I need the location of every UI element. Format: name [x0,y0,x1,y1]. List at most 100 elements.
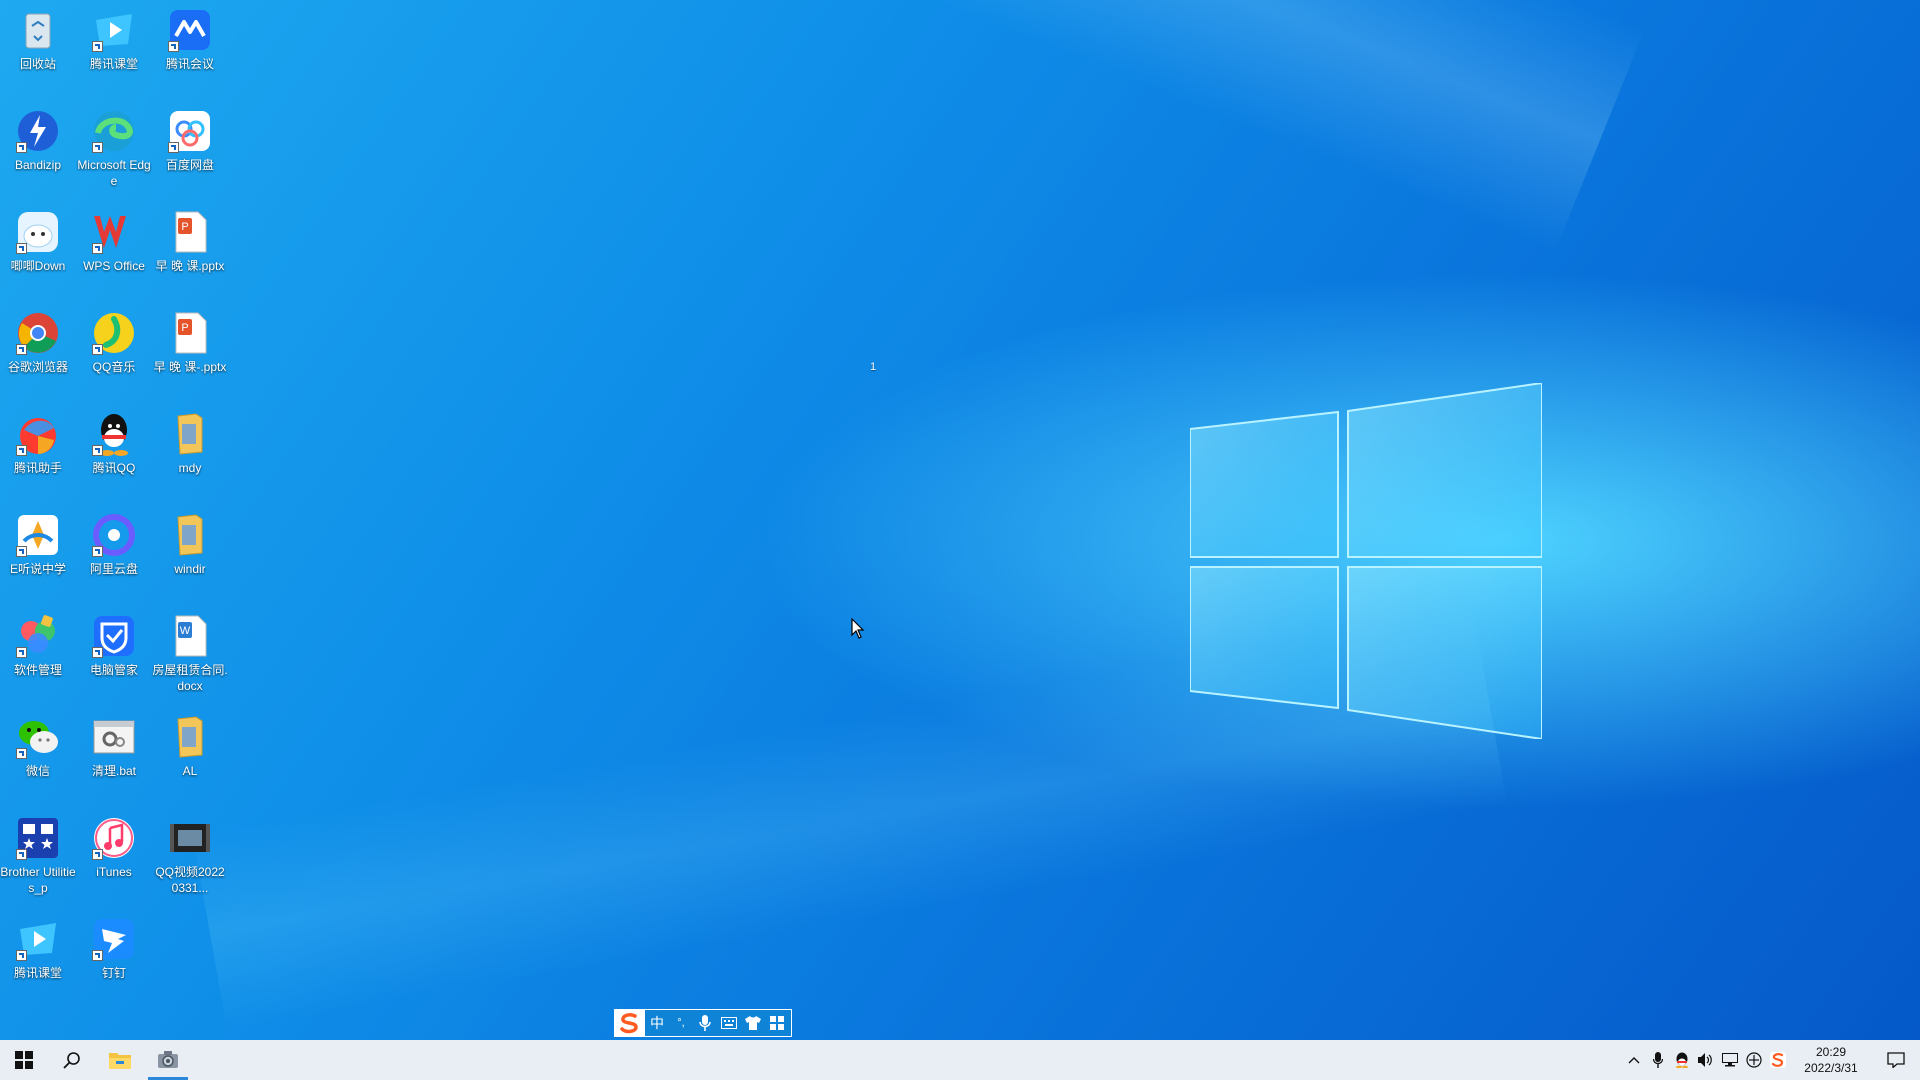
shortcut-arrow-icon [16,344,27,355]
folder-icon [166,410,214,458]
desktop-icon[interactable]: 软件管理 [0,612,76,678]
shortcut-arrow-icon [168,142,179,153]
desktop-icon[interactable]: 钉钉 [76,915,152,981]
ime-mode-toggle[interactable]: 中 [645,1010,669,1036]
shortcut-arrow-icon [92,344,103,355]
desktop-icon-label: QQ视频20220331... [155,865,225,895]
desktop-icon[interactable]: W 房屋租赁合同.docx [152,612,228,694]
windows-start-icon[interactable] [0,1040,48,1080]
dingtalk-icon [90,915,138,963]
desktop-icon-label: 钉钉 [101,966,126,980]
desktop-icon[interactable]: 微信 [0,713,76,779]
desktop-icon[interactable]: Bandizip [0,107,76,173]
desktop[interactable]: 1 回收站 腾讯课堂 腾讯会议 Bandizip Microsoft Edge 百度网盘唧… [0,0,1920,1040]
shortcut-arrow-icon [92,950,103,961]
desktop-icon[interactable]: 腾讯课堂 [0,915,76,981]
shortcut-arrow-icon [16,243,27,254]
shortcut-arrow-icon [16,445,27,456]
clock-date: 2022/3/31 [1804,1061,1858,1075]
baidu-netdisk-icon [166,107,214,155]
file-explorer-icon[interactable] [96,1040,144,1080]
desktop-icon[interactable]: 腾讯助手 [0,410,76,476]
desktop-icon[interactable]: AL [152,713,228,779]
desktop-icon[interactable]: mdy [152,410,228,476]
desktop-icon[interactable]: 清理.bat [76,713,152,779]
desktop-icon[interactable]: Brother Utilities_p [0,814,76,896]
ime-punctuation-toggle[interactable]: °, [669,1010,693,1036]
shortcut-arrow-icon [92,546,103,557]
camera-app-icon[interactable] [144,1040,192,1080]
microphone-icon[interactable] [1646,1040,1670,1080]
sogou-tray-icon[interactable] [1766,1040,1790,1080]
jijidown-icon [14,208,62,256]
ime-toolbar[interactable]: 中 °, [614,1009,792,1037]
bat-file-icon [90,713,138,761]
clock[interactable]: 20:29 2022/3/31 [1790,1044,1872,1076]
qq-music-icon [90,309,138,357]
volume-icon[interactable] [1694,1040,1718,1080]
desktop-icon-label: 房屋租赁合同.docx [152,663,228,693]
pc-manager-icon [90,612,138,660]
desktop-icon-label: 回收站 [19,57,56,71]
desktop-icon[interactable]: 电脑管家 [76,612,152,678]
chevron-up-icon[interactable] [1622,1040,1646,1080]
desktop-icon[interactable]: P 早 晚 课.pptx [152,208,228,274]
mouse-cursor-icon [851,618,865,639]
desktop-icon[interactable]: P 早 晚 课-.pptx [152,309,228,375]
desktop-icon[interactable]: QQ音乐 [76,309,152,375]
skin-icon[interactable] [741,1010,765,1036]
input-method-icon[interactable] [1742,1040,1766,1080]
shortcut-arrow-icon [16,142,27,153]
desktop-icon-label: 早 晚 课-.pptx [153,360,227,374]
desktop-icon[interactable]: 阿里云盘 [76,511,152,577]
desktop-icon[interactable]: QQ视频20220331... [152,814,228,896]
desktop-icon[interactable]: 谷歌浏览器 [0,309,76,375]
taskbar: 20:29 2022/3/31 [0,1040,1920,1080]
desktop-icon[interactable]: windir [152,511,228,577]
wechat-icon [14,713,62,761]
desktop-icon[interactable]: 腾讯会议 [152,6,228,72]
svg-text:P: P [181,221,188,233]
microphone-icon[interactable] [693,1010,717,1036]
keyboard-icon[interactable] [717,1010,741,1036]
wps-office-icon [90,208,138,256]
shortcut-arrow-icon [16,950,27,961]
sogou-ime-icon[interactable] [615,1010,645,1036]
desktop-icon[interactable]: WPS Office [76,208,152,274]
system-tray: 20:29 2022/3/31 [1622,1040,1920,1080]
desktop-icon[interactable]: 腾讯QQ [76,410,152,476]
network-icon[interactable] [1718,1040,1742,1080]
bandizip-icon [14,107,62,155]
shortcut-arrow-icon [92,41,103,52]
search-icon[interactable] [48,1040,96,1080]
desktop-icon-label: 清理.bat [91,764,137,778]
desktop-icon-label: WPS Office [83,259,145,273]
shortcut-arrow-icon [92,445,103,456]
desktop-icon[interactable]: 唧唧Down [0,208,76,274]
toolbox-icon[interactable] [765,1010,789,1036]
pptx-file-icon: P [166,208,214,256]
desktop-icon[interactable]: iTunes [76,814,152,880]
svg-text:W: W [180,625,191,637]
desktop-icon[interactable]: 百度网盘 [152,107,228,173]
desktop-icon[interactable]: E听说中学 [0,511,76,577]
desktop-icon-label: 电脑管家 [89,663,138,677]
notification-icon[interactable] [1872,1040,1920,1080]
tencent-meeting-icon [166,6,214,54]
desktop-icon[interactable]: 腾讯课堂 [76,6,152,72]
windows-logo-wallpaper [1190,383,1542,739]
desktop-icon-label: 微信 [25,764,50,778]
desktop-text: 1 [870,361,877,373]
desktop-icon[interactable]: Microsoft Edge [76,107,152,189]
desktop-icon-label: Brother Utilities_p [0,865,76,895]
folder-icon [166,511,214,559]
shortcut-arrow-icon [16,849,27,860]
folder-icon [166,713,214,761]
qq-tray-icon[interactable] [1670,1040,1694,1080]
desktop-icon-label: 腾讯QQ [92,461,136,475]
desktop-icon-label: 阿里云盘 [89,562,138,576]
desktop-icon[interactable]: 回收站 [0,6,76,72]
desktop-icon-label: windir [174,562,206,576]
desktop-icon-label: 腾讯课堂 [13,966,62,980]
tencent-classroom-icon [90,6,138,54]
